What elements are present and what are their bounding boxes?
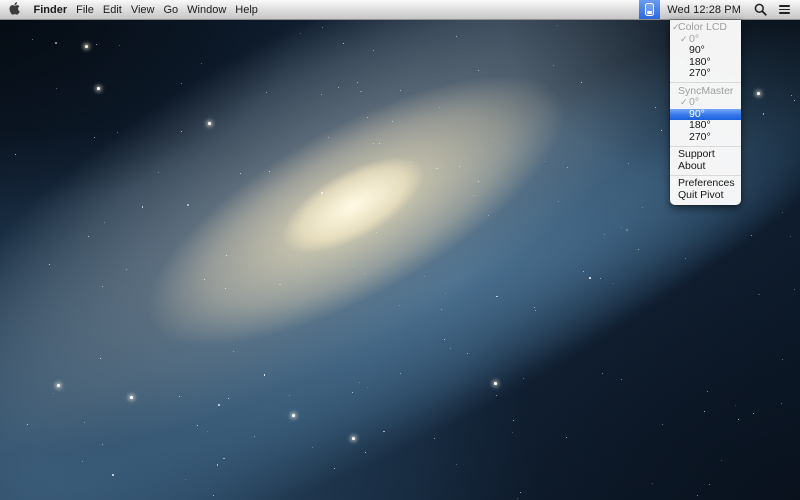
menu-item-label: Support: [678, 148, 715, 160]
pivot-menu-item-quit-pivot[interactable]: Quit Pivot: [670, 190, 741, 202]
pivot-menu-item-270[interactable]: 270°: [670, 132, 741, 144]
menu-item-label: Quit Pivot: [678, 189, 724, 201]
menu-bar-left: FinderFileEditViewGoWindowHelp: [0, 0, 262, 19]
menu-separator: [670, 146, 741, 147]
pivot-menu-item-color-lcd: ✓Color LCD: [670, 22, 741, 34]
menu-bar-item-window[interactable]: Window: [183, 0, 231, 19]
notification-center-icon[interactable]: [773, 0, 796, 19]
desktop: FinderFileEditViewGoWindowHelp Wed 12:28…: [0, 0, 800, 500]
pivot-menu-item-syncmaster: SyncMaster: [670, 86, 741, 98]
menu-separator: [670, 175, 741, 176]
menu-item-label: About: [678, 160, 705, 172]
menu-bar-item-file[interactable]: File: [72, 0, 99, 19]
checkmark-icon: ✓: [672, 22, 680, 34]
menu-item-label: Color LCD: [678, 21, 727, 33]
menu-bar-item-help[interactable]: Help: [231, 0, 263, 19]
spotlight-search-icon[interactable]: [748, 0, 773, 19]
menu-item-label: 0°: [689, 33, 699, 45]
menu-item-label: SyncMaster: [678, 85, 733, 97]
pivot-menu-item-about[interactable]: About: [670, 161, 741, 173]
menu-bar-menus: FinderFileEditViewGoWindowHelp: [25, 0, 262, 19]
menu-item-label: 0°: [689, 96, 699, 108]
menu-bar-item-edit[interactable]: Edit: [98, 0, 126, 19]
menu-item-label: Preferences: [678, 177, 735, 189]
menu-item-label: 180°: [689, 119, 711, 131]
checkmark-icon: ✓: [680, 34, 688, 46]
menu-item-label: 90°: [689, 108, 705, 120]
checkmark-icon: ✓: [680, 97, 688, 109]
menu-separator: [670, 82, 741, 83]
menu-bar-item-go[interactable]: Go: [159, 0, 183, 19]
pivot-menu-item-270[interactable]: 270°: [670, 68, 741, 80]
menu-item-label: 270°: [689, 67, 711, 79]
pivot-menu-item-0: ✓0°: [670, 97, 741, 109]
menu-bar: FinderFileEditViewGoWindowHelp Wed 12:28…: [0, 0, 800, 20]
menu-item-label: 180°: [689, 56, 711, 68]
pivot-status-icon[interactable]: [639, 0, 660, 19]
menu-bar-item-finder[interactable]: Finder: [29, 0, 72, 19]
menu-bar-item-view[interactable]: View: [126, 0, 159, 19]
rotated-display-icon: [645, 3, 654, 16]
menu-bar-status-area: Wed 12:28 PM: [639, 0, 800, 19]
apple-menu[interactable]: [9, 0, 25, 19]
pivot-menu-item-0: ✓0°: [670, 34, 741, 46]
menu-item-label: 90°: [689, 44, 705, 56]
apple-logo-icon: [9, 2, 20, 18]
menu-bar-clock[interactable]: Wed 12:28 PM: [660, 0, 748, 19]
pivot-dropdown-menu: ✓Color LCD✓0°90°180°270°SyncMaster✓0°90°…: [670, 20, 741, 205]
menu-item-label: 270°: [689, 131, 711, 143]
